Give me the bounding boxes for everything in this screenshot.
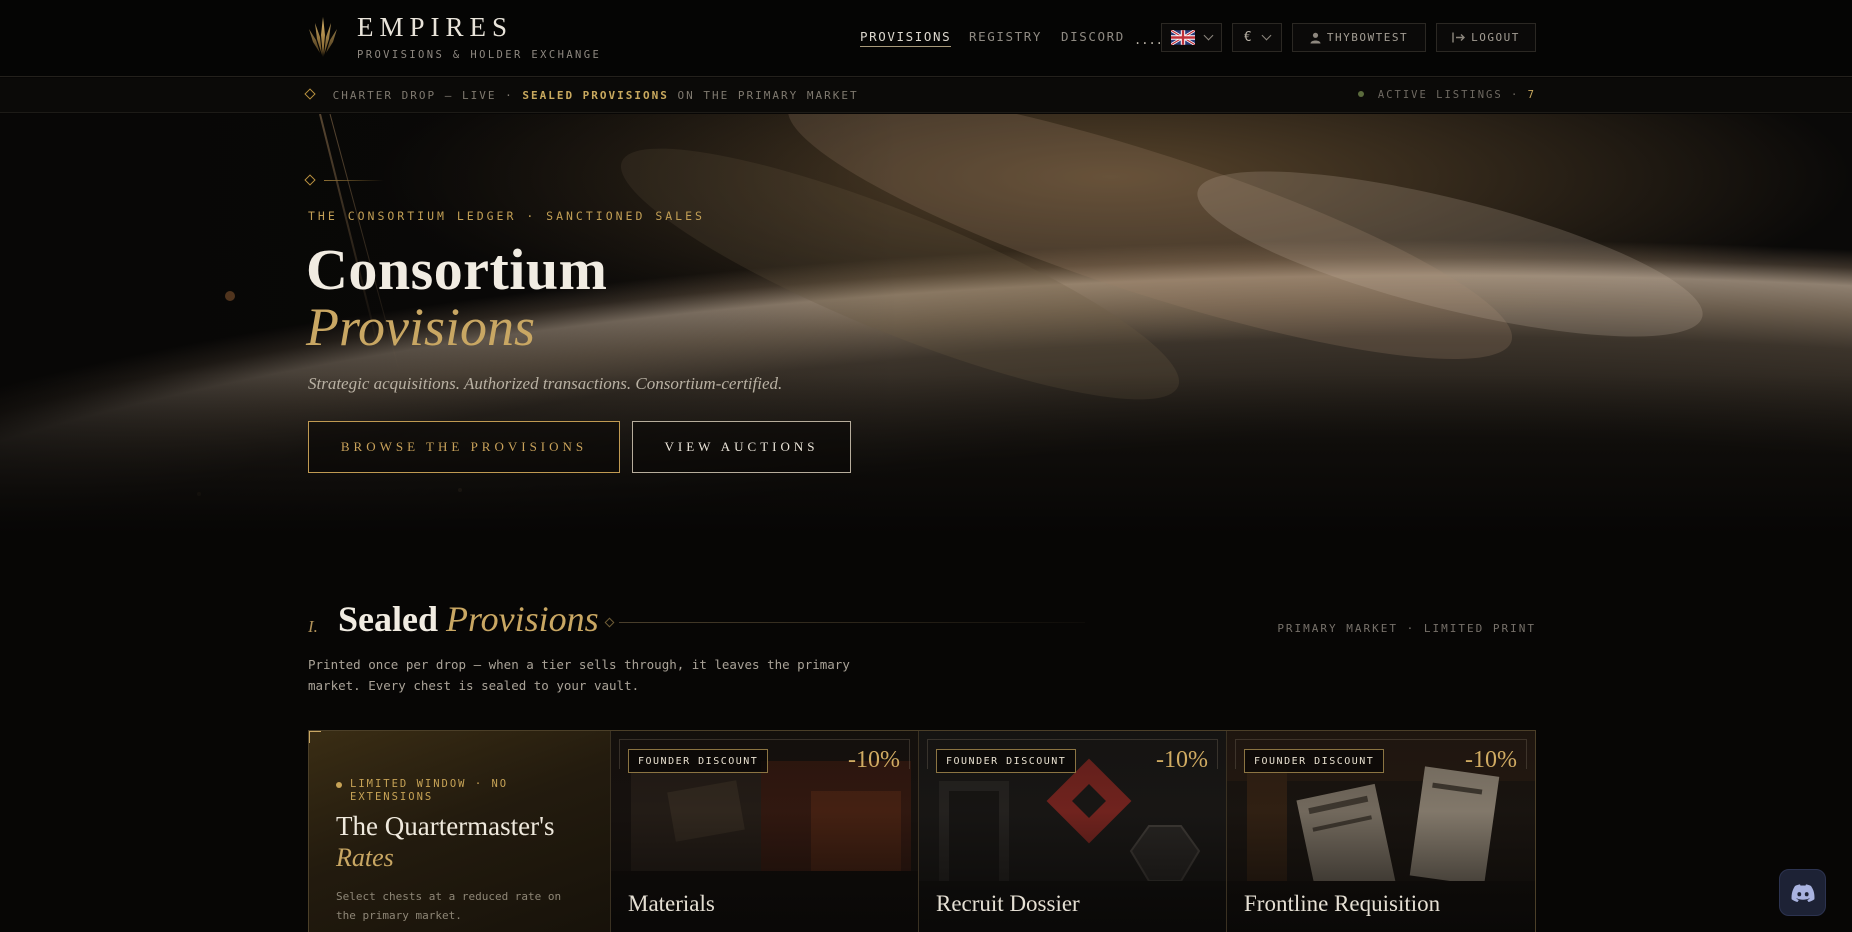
nav-link-registry[interactable]: REGISTRY	[969, 29, 1042, 44]
ticker-message: CHARTER DROP — LIVE · SEALED PROVISIONS …	[304, 88, 859, 102]
diamond-icon	[604, 617, 615, 628]
hero-eyebrow: THE CONSORTIUM LEDGER · SANCTIONED SALES	[308, 209, 705, 223]
logout-icon	[1452, 32, 1466, 43]
ornament-line	[324, 179, 384, 181]
announcement-ticker: CHARTER DROP — LIVE · SEALED PROVISIONS …	[0, 78, 1852, 113]
hero-ornament	[304, 174, 384, 186]
section-description: Printed once per drop — when a tier sell…	[308, 657, 850, 693]
provision-card-frontline-requisition[interactable]: FOUNDER DISCOUNT -10% Frontline Requisit…	[1227, 731, 1535, 932]
discount-label: -10%	[1465, 747, 1517, 773]
rates-card-description: Select chests at a reduced rate on the p…	[336, 890, 562, 922]
user-account-button[interactable]: THYBOWTEST	[1292, 23, 1426, 52]
discount-label: -10%	[848, 747, 900, 773]
status-dots: ....	[1134, 33, 1163, 47]
rates-card-title: The Quartermaster's	[336, 811, 555, 841]
section-meta: PRIMARY MARKET · LIMITED PRINT	[1277, 622, 1536, 635]
hero-title-line2: Provisions	[306, 297, 535, 357]
brand-name[interactable]: EMPIRES	[357, 12, 513, 43]
browse-provisions-button[interactable]: BROWSE THE PROVISIONS	[308, 421, 620, 473]
provisions-card-row: LIMITED WINDOW · NO EXTENSIONS The Quart…	[308, 730, 1536, 932]
brand-subtitle: PROVISIONS & HOLDER EXCHANGE	[357, 49, 602, 61]
section-title: Sealed	[338, 599, 439, 639]
section-number: I.	[308, 617, 318, 636]
section-divider	[604, 617, 1085, 628]
active-listings-label: ACTIVE LISTINGS ·	[1377, 89, 1520, 101]
view-auctions-button[interactable]: VIEW AUCTIONS	[632, 421, 851, 473]
active-listings-indicator: ACTIVE LISTINGS · 7	[1357, 89, 1536, 101]
provision-card-recruit-dossier[interactable]: FOUNDER DISCOUNT -10% Recruit Dossier	[919, 731, 1227, 932]
founder-discount-badge: FOUNDER DISCOUNT	[1244, 749, 1385, 773]
nav-link-provisions[interactable]: PROVISIONS	[860, 29, 952, 47]
discord-floating-button[interactable]	[1779, 869, 1826, 916]
ticker-highlight: SEALED PROVISIONS	[522, 89, 669, 102]
discord-icon	[1791, 883, 1814, 902]
card-title: Frontline Requisition	[1244, 891, 1441, 916]
currency-symbol: €	[1243, 30, 1254, 45]
card-title: Recruit Dossier	[936, 891, 1080, 916]
empires-logo-icon[interactable]	[308, 15, 338, 59]
divider-line	[619, 622, 1085, 623]
corner-ornament	[309, 731, 321, 743]
active-listings-count: 7	[1527, 89, 1536, 101]
hero-title-line1: Consortium	[306, 237, 608, 302]
user-icon	[1310, 32, 1321, 43]
card-title: Materials	[628, 891, 715, 916]
logout-button[interactable]: LOGOUT	[1436, 23, 1536, 52]
limited-window-tag: LIMITED WINDOW · NO EXTENSIONS	[336, 778, 556, 804]
discount-label: -10%	[1156, 747, 1208, 773]
diamond-icon	[304, 174, 316, 186]
provision-card-materials[interactable]: FOUNDER DISCOUNT -10% Materials	[611, 731, 919, 932]
founder-discount-badge: FOUNDER DISCOUNT	[936, 749, 1077, 773]
status-dot-icon	[336, 782, 342, 788]
ticker-prefix: CHARTER DROP — LIVE ·	[332, 89, 514, 102]
hero-bottom-shade	[0, 374, 1852, 534]
ticker-suffix: ON THE PRIMARY MARKET	[677, 89, 859, 102]
username-label: THYBOWTEST	[1326, 31, 1409, 44]
section-title-accent: Provisions	[446, 599, 599, 639]
logout-label: LOGOUT	[1471, 31, 1520, 44]
rates-card-title-accent: Rates	[336, 843, 394, 872]
hero-section	[0, 114, 1852, 534]
nav-link-discord[interactable]: DISCORD	[1061, 29, 1125, 44]
currency-select[interactable]: €	[1232, 23, 1282, 52]
founder-discount-badge: FOUNDER DISCOUNT	[628, 749, 769, 773]
uk-flag-icon	[1171, 30, 1195, 45]
top-navbar: EMPIRES PROVISIONS & HOLDER EXCHANGE PRO…	[0, 0, 1852, 77]
live-dot-icon	[1357, 91, 1364, 97]
chevron-down-icon	[1203, 30, 1214, 41]
diamond-icon	[304, 88, 316, 100]
quartermaster-rates-card[interactable]: LIMITED WINDOW · NO EXTENSIONS The Quart…	[309, 731, 611, 932]
language-select[interactable]	[1161, 23, 1222, 52]
chevron-down-icon	[1261, 30, 1272, 41]
limited-window-label: LIMITED WINDOW · NO EXTENSIONS	[350, 778, 509, 803]
hero-tagline: Strategic acquisitions. Authorized trans…	[308, 374, 783, 393]
